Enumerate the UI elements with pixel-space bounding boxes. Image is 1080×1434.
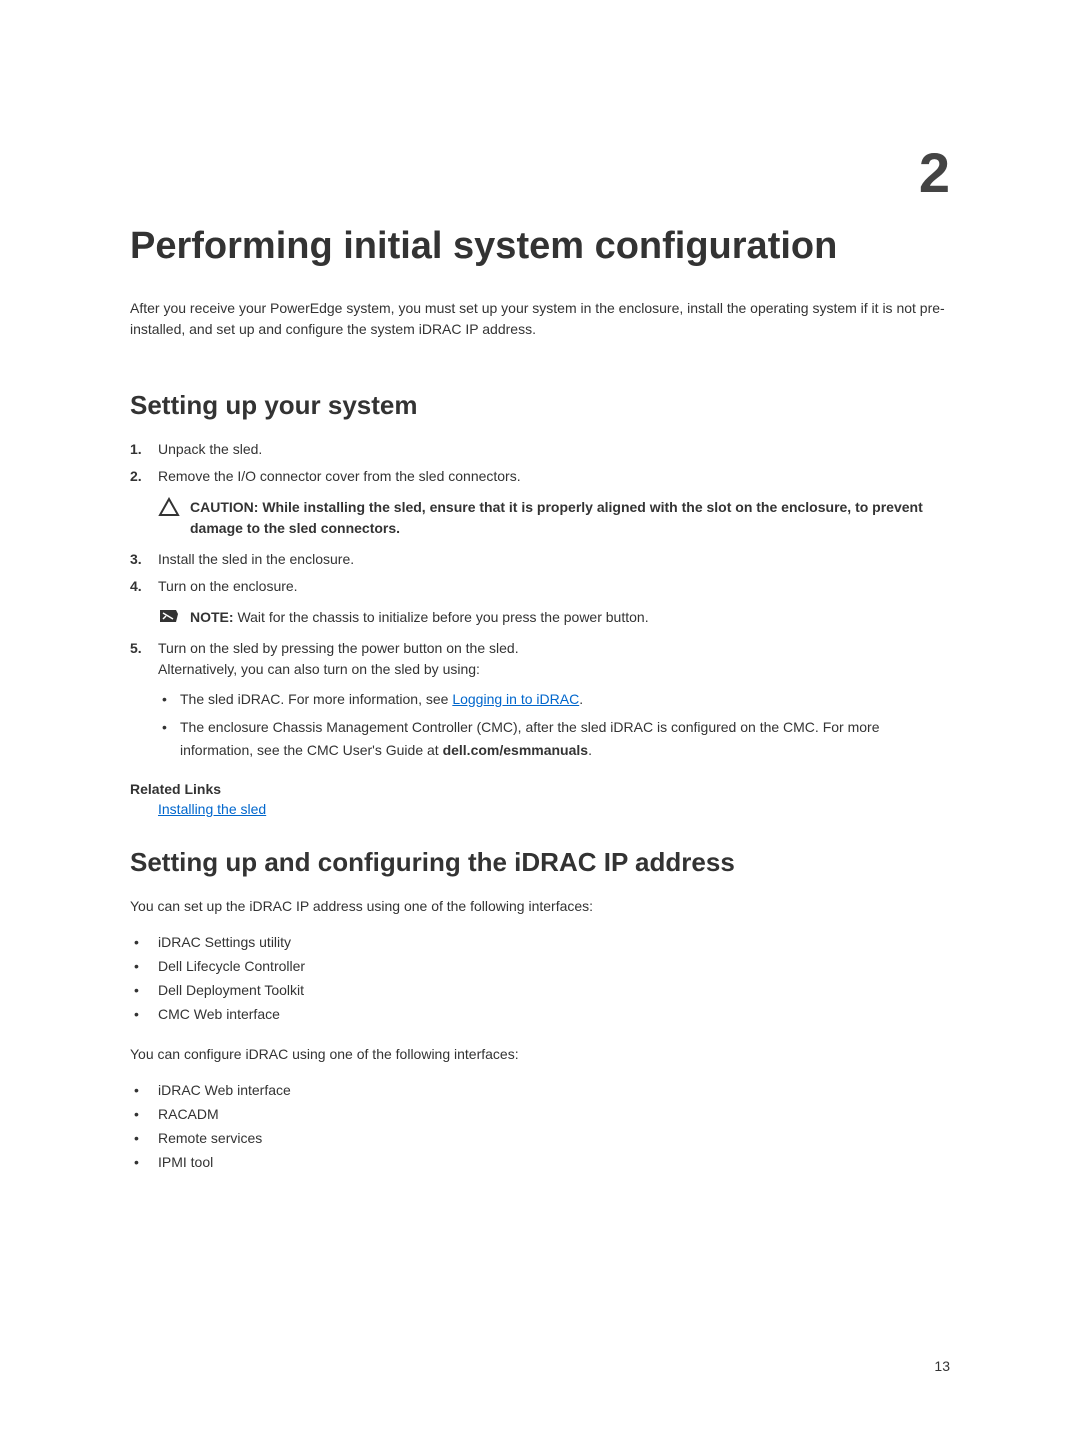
step-number: 3.: [130, 549, 158, 570]
list-item: • Dell Deployment Toolkit: [130, 979, 950, 1003]
step-number: 2.: [130, 466, 158, 487]
caution-body: While installing the sled, ensure that i…: [190, 499, 923, 536]
list-item: • iDRAC Settings utility: [130, 931, 950, 955]
sub-bullet-list: • The sled iDRAC. For more information, …: [158, 688, 950, 761]
caution-text: CAUTION: While installing the sled, ensu…: [190, 497, 950, 539]
document-page: 2 Performing initial system configuratio…: [0, 0, 1080, 1253]
note-label: NOTE:: [190, 609, 237, 625]
bullet-icon: •: [130, 931, 158, 955]
page-title: Performing initial system configuration: [130, 225, 950, 268]
list-item-content: iDRAC Settings utility: [158, 931, 291, 955]
list-item-content: Remote services: [158, 1127, 262, 1151]
list-item: • IPMI tool: [130, 1151, 950, 1175]
note-body: Wait for the chassis to initialize befor…: [237, 609, 648, 625]
caution-icon: [158, 497, 186, 517]
list-item-content: RACADM: [158, 1103, 219, 1127]
list-item-content: The enclosure Chassis Management Control…: [180, 716, 950, 761]
list-item-content: CMC Web interface: [158, 1003, 280, 1027]
body-paragraph: You can configure iDRAC using one of the…: [130, 1044, 950, 1065]
step-item: 4. Turn on the enclosure.: [130, 576, 950, 597]
page-number: 13: [934, 1358, 950, 1374]
bullet-icon: •: [130, 1003, 158, 1027]
step-item: 3. Install the sled in the enclosure.: [130, 549, 950, 570]
list-item: • The enclosure Chassis Management Contr…: [158, 716, 950, 761]
bullet-icon: •: [130, 955, 158, 979]
related-links-section: Related Links Installing the sled: [130, 781, 950, 817]
step-text: Turn on the sled by pressing the power b…: [158, 638, 950, 659]
text-run: .: [579, 691, 583, 707]
section-heading-idrac: Setting up and configuring the iDRAC IP …: [130, 847, 950, 878]
related-link-item: Installing the sled: [158, 801, 950, 817]
text-run: .: [588, 742, 592, 758]
bullet-icon: •: [130, 1151, 158, 1175]
step-number: 1.: [130, 439, 158, 460]
step-number: 4.: [130, 576, 158, 597]
list-item-content: IPMI tool: [158, 1151, 213, 1175]
step-item: 2. Remove the I/O connector cover from t…: [130, 466, 950, 487]
bullet-icon: •: [158, 688, 180, 710]
list-item: • Remote services: [130, 1127, 950, 1151]
step-number: 5.: [130, 638, 158, 767]
step-content: Turn on the sled by pressing the power b…: [158, 638, 950, 767]
step-alt-text: Alternatively, you can also turn on the …: [158, 659, 950, 680]
step-content: Turn on the enclosure.: [158, 576, 950, 597]
step-content: Install the sled in the enclosure.: [158, 549, 950, 570]
list-item-content: Dell Deployment Toolkit: [158, 979, 304, 1003]
note-text: NOTE: Wait for the chassis to initialize…: [190, 607, 950, 628]
bullet-icon: •: [130, 1127, 158, 1151]
link-login-idrac[interactable]: Logging in to iDRAC: [452, 691, 579, 707]
chapter-number: 2: [130, 140, 950, 205]
list-item-content: Dell Lifecycle Controller: [158, 955, 305, 979]
bullet-icon: •: [130, 1079, 158, 1103]
related-links-title: Related Links: [130, 781, 950, 797]
list-item: • CMC Web interface: [130, 1003, 950, 1027]
body-paragraph: You can set up the iDRAC IP address usin…: [130, 896, 950, 917]
step-item: 5. Turn on the sled by pressing the powe…: [130, 638, 950, 767]
bullet-icon: •: [130, 979, 158, 1003]
step-content: Remove the I/O connector cover from the …: [158, 466, 950, 487]
link-installing-sled[interactable]: Installing the sled: [158, 801, 266, 817]
bold-text: dell.com/esmmanuals: [443, 742, 589, 758]
list-item-content: iDRAC Web interface: [158, 1079, 291, 1103]
step-item: 1. Unpack the sled.: [130, 439, 950, 460]
bullet-icon: •: [130, 1103, 158, 1127]
step-list: 1. Unpack the sled. 2. Remove the I/O co…: [130, 439, 950, 767]
caution-callout: CAUTION: While installing the sled, ensu…: [158, 497, 950, 539]
step-content: Unpack the sled.: [158, 439, 950, 460]
text-run: The sled iDRAC. For more information, se…: [180, 691, 452, 707]
note-callout: NOTE: Wait for the chassis to initialize…: [158, 607, 950, 628]
list-item: • Dell Lifecycle Controller: [130, 955, 950, 979]
caution-label: CAUTION:: [190, 499, 262, 515]
intro-paragraph: After you receive your PowerEdge system,…: [130, 298, 950, 340]
bullet-icon: •: [158, 716, 180, 761]
bullet-list: • iDRAC Web interface • RACADM • Remote …: [130, 1079, 950, 1174]
note-icon: [158, 607, 186, 625]
list-item: • The sled iDRAC. For more information, …: [158, 688, 950, 710]
section-heading-setup: Setting up your system: [130, 390, 950, 421]
list-item-content: The sled iDRAC. For more information, se…: [180, 688, 950, 710]
list-item: • iDRAC Web interface: [130, 1079, 950, 1103]
list-item: • RACADM: [130, 1103, 950, 1127]
bullet-list: • iDRAC Settings utility • Dell Lifecycl…: [130, 931, 950, 1026]
